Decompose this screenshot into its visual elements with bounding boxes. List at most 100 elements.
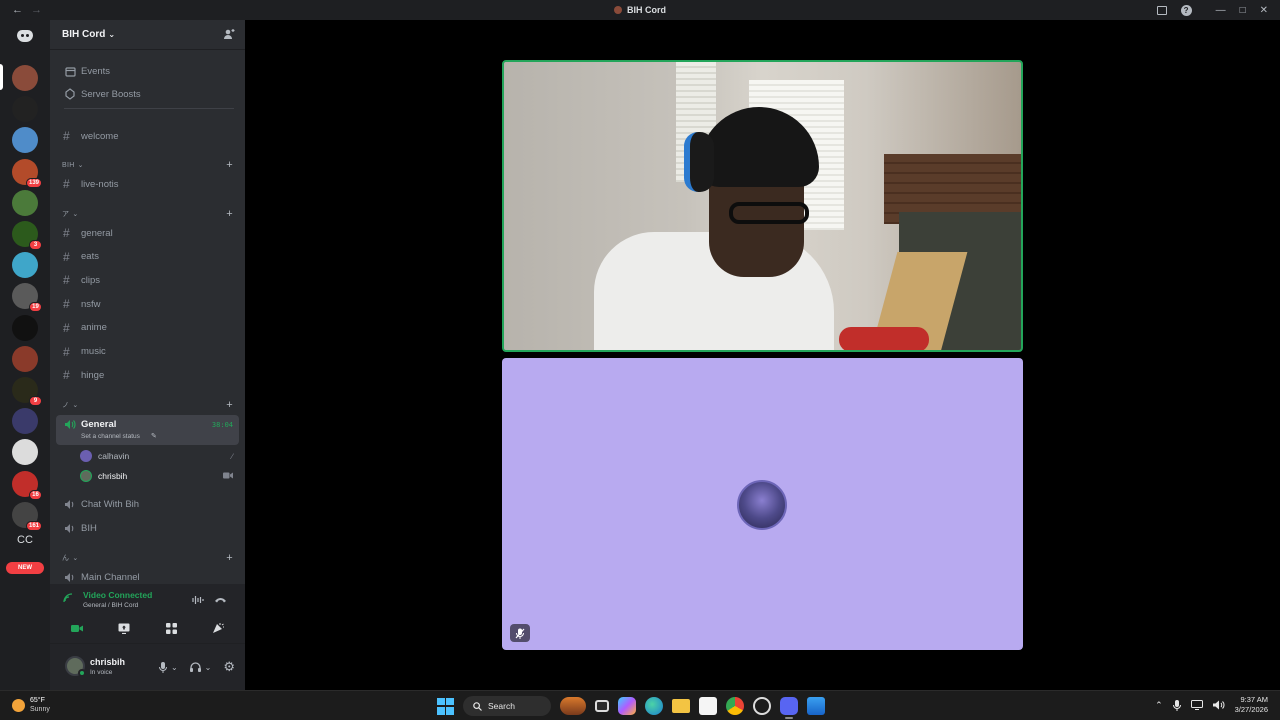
edge-icon[interactable]	[645, 697, 663, 715]
add-channel-icon[interactable]: +	[226, 399, 233, 411]
video-tile-chrisbih[interactable]	[502, 60, 1023, 352]
events-label: Events	[81, 65, 111, 77]
app-icon[interactable]	[753, 697, 771, 715]
guild-name: BIH Cord	[62, 29, 106, 40]
camera-icon	[223, 472, 233, 481]
server-icon[interactable]	[12, 127, 38, 154]
server-icon[interactable]	[12, 252, 38, 279]
server-icon[interactable]	[12, 408, 38, 435]
voice-status[interactable]: Video Connected	[83, 590, 152, 600]
help-icon[interactable]: ?	[1180, 4, 1192, 16]
maximize-button[interactable]: □	[1240, 5, 1246, 16]
server-icon[interactable]: 9	[12, 377, 42, 406]
guild-header[interactable]: BIH Cord ⌄	[50, 20, 245, 50]
server-icon[interactable]	[12, 314, 38, 341]
back-arrow-icon[interactable]: ←	[12, 4, 23, 16]
system-clock[interactable]: 9:37 AM 3/27/2026	[1235, 695, 1268, 715]
forward-arrow-icon[interactable]: →	[31, 4, 42, 16]
avatar[interactable]	[65, 656, 86, 677]
server-icon[interactable]: 161	[12, 501, 42, 531]
channel-anime[interactable]: # anime	[56, 318, 239, 338]
server-icon[interactable]: 16	[12, 470, 42, 500]
category-4[interactable]: ん ⌄ +	[56, 551, 239, 565]
server-icon[interactable]: 19	[12, 283, 42, 313]
signal-icon[interactable]	[63, 593, 73, 603]
hash-icon: #	[63, 177, 70, 191]
channel-welcome[interactable]: # welcome	[56, 126, 239, 146]
soundboard-button[interactable]	[197, 617, 239, 639]
taskbar-search[interactable]: Search	[463, 696, 551, 716]
server-icon[interactable]: 139	[12, 158, 42, 188]
pencil-icon[interactable]: ✎	[151, 432, 157, 440]
chrome-icon[interactable]	[726, 697, 744, 715]
microphone-icon[interactable]	[1172, 699, 1181, 711]
inbox-icon[interactable]	[1156, 5, 1167, 15]
server-icon[interactable]	[12, 96, 38, 123]
set-channel-status[interactable]: Set a channel status	[81, 433, 140, 440]
channel-general[interactable]: # general	[56, 223, 239, 243]
chevron-down-icon: ⌄	[108, 30, 116, 39]
server-list: 139 3 19 9 16 161 CC NEW	[0, 20, 50, 690]
voice-member[interactable]: chrisbih	[80, 467, 239, 485]
voice-location[interactable]: General / BIH Cord	[83, 602, 138, 609]
channel-hinge[interactable]: # hinge	[56, 365, 239, 385]
discord-home-button[interactable]	[12, 23, 38, 49]
server-boosts-link[interactable]: Server Boosts	[56, 84, 239, 104]
monitor-icon[interactable]	[1190, 700, 1203, 710]
chevron-up-icon[interactable]: ⌃	[1155, 700, 1163, 711]
screen-share-button[interactable]	[103, 617, 145, 639]
widget-icon[interactable]	[560, 697, 586, 715]
channel-eats[interactable]: # eats	[56, 247, 239, 267]
category-bih[interactable]: BIH ⌄ +	[56, 158, 239, 172]
photos-icon[interactable]	[807, 697, 825, 715]
copilot-icon[interactable]	[618, 697, 636, 715]
channel-clips[interactable]: # clips	[56, 270, 239, 290]
new-badge[interactable]: NEW	[6, 562, 44, 574]
activities-button[interactable]	[150, 617, 192, 639]
channel-nsfw[interactable]: # nsfw	[56, 294, 239, 314]
chevron-down-icon: ⌄	[77, 162, 84, 169]
server-icon[interactable]	[12, 189, 38, 216]
voice-channel-bih[interactable]: BIH	[56, 518, 239, 538]
search-icon	[473, 701, 482, 711]
events-link[interactable]: Events	[56, 61, 239, 81]
chevron-down-icon[interactable]: ⌄	[205, 663, 212, 672]
channel-label: music	[81, 346, 106, 357]
category-3[interactable]: ノ ⌄ +	[56, 398, 239, 412]
microphone-icon[interactable]	[158, 661, 167, 673]
server-icon[interactable]	[12, 65, 38, 91]
add-member-icon[interactable]	[223, 28, 235, 40]
add-channel-icon[interactable]: +	[226, 208, 233, 220]
server-icon[interactable]	[12, 345, 38, 372]
store-icon[interactable]	[699, 697, 717, 715]
close-button[interactable]: ✕	[1260, 5, 1268, 16]
chevron-down-icon[interactable]: ⌄	[171, 663, 178, 672]
minimize-button[interactable]: —	[1216, 5, 1226, 16]
headphones-icon[interactable]	[189, 662, 201, 672]
add-channel-icon[interactable]: +	[226, 552, 233, 564]
task-view-icon[interactable]	[595, 700, 609, 712]
windows-start-icon[interactable]	[437, 697, 454, 715]
channel-label: general	[81, 227, 113, 239]
noise-suppression-icon[interactable]	[192, 595, 204, 605]
avatar-tile-calhavin[interactable]	[502, 358, 1023, 650]
server-icon[interactable]	[12, 439, 38, 466]
weather-widget[interactable]: 65°F Sunny	[12, 696, 50, 714]
server-icon[interactable]: 3	[12, 221, 42, 250]
volume-icon[interactable]	[1212, 700, 1225, 710]
disconnect-icon[interactable]	[214, 596, 227, 603]
camera-button[interactable]	[56, 617, 98, 639]
channel-live-notis[interactable]: # live-notis	[56, 174, 239, 194]
file-explorer-icon[interactable]	[672, 699, 690, 713]
gear-icon[interactable]: ⚙	[223, 659, 235, 675]
voice-member[interactable]: calhavin ∕	[80, 447, 239, 465]
username[interactable]: chrisbih	[90, 657, 125, 667]
voice-channel-general[interactable]: General 38:04 Set a channel status ✎	[56, 415, 239, 445]
add-channel-icon[interactable]: +	[226, 159, 233, 171]
category-2[interactable]: ア ⌄ +	[56, 207, 239, 221]
server-cc[interactable]: CC	[8, 534, 42, 546]
voice-channel-chat-with-bih[interactable]: Chat With Bih	[56, 494, 239, 514]
channel-music[interactable]: # music	[56, 342, 239, 362]
avatar	[80, 470, 92, 482]
discord-taskbar-icon[interactable]	[780, 697, 798, 719]
